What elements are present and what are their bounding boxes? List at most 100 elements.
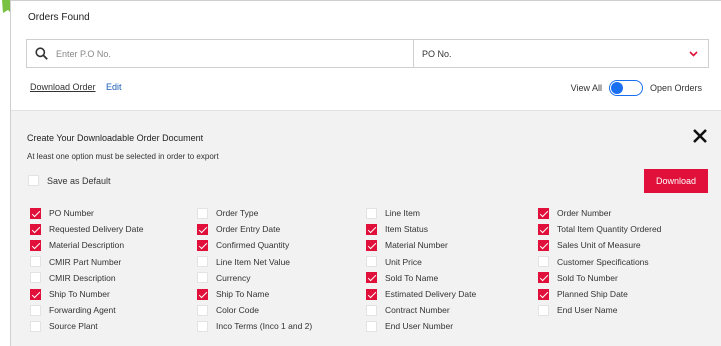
save-default-option[interactable]: Save as Default xyxy=(28,175,111,186)
export-option[interactable]: Line Item Net Value xyxy=(197,256,290,268)
export-option-label: Line Item Net Value xyxy=(216,256,291,267)
export-option-checkbox[interactable] xyxy=(197,320,208,332)
export-option[interactable]: Color Code xyxy=(197,304,259,316)
export-option-label: Source Plant xyxy=(49,321,98,332)
search-box[interactable] xyxy=(27,40,414,67)
export-option-label: End User Number xyxy=(385,321,454,332)
download-order-link[interactable]: Download Order xyxy=(30,82,96,92)
export-option[interactable]: Contract Number xyxy=(366,304,450,316)
export-option-label: Estimated Delivery Date xyxy=(385,289,477,299)
export-option-label: Forwarding Agent xyxy=(49,305,116,316)
export-option-checkbox[interactable] xyxy=(538,288,549,300)
export-option[interactable]: End User Name xyxy=(538,304,617,316)
export-option[interactable]: Ship To Name xyxy=(197,288,269,300)
export-option-checkbox[interactable] xyxy=(197,256,208,268)
save-default-checkbox[interactable] xyxy=(28,175,39,186)
export-option[interactable]: Customer Specifications xyxy=(538,256,649,268)
export-option[interactable]: End User Number xyxy=(366,320,453,332)
export-option-checkbox[interactable] xyxy=(538,207,549,219)
export-option-checkbox[interactable] xyxy=(538,239,549,251)
po-search-input[interactable] xyxy=(54,47,354,60)
export-option[interactable]: Currency xyxy=(197,272,250,284)
export-option-checkbox[interactable] xyxy=(30,320,41,332)
close-icon[interactable] xyxy=(692,128,708,144)
order-actions: Download Order Edit xyxy=(30,82,130,92)
export-option[interactable]: Estimated Delivery Date xyxy=(366,288,476,300)
export-option-label: Currency xyxy=(216,272,251,283)
export-option[interactable]: Inco Terms (Inco 1 and 2) xyxy=(197,320,312,332)
export-option[interactable]: CMIR Description xyxy=(30,272,116,284)
export-option-checkbox[interactable] xyxy=(366,288,377,300)
open-orders-label: Open Orders xyxy=(649,83,702,93)
export-option[interactable]: Confirmed Quantity xyxy=(197,239,289,251)
export-option-label: Order Number xyxy=(557,208,612,218)
export-option-label: Confirmed Quantity xyxy=(216,240,290,251)
export-option-checkbox[interactable] xyxy=(30,272,41,284)
view-toggle-switch[interactable] xyxy=(608,80,643,96)
panel-note: At least one option must be selected in … xyxy=(27,152,219,161)
export-option[interactable]: Order Type xyxy=(197,207,258,219)
export-option[interactable]: Requested Delivery Date xyxy=(30,223,144,235)
export-option[interactable]: PO Number xyxy=(30,207,94,219)
export-option[interactable]: Material Description xyxy=(30,239,124,251)
export-option-label: Line Item xyxy=(385,208,420,218)
export-option-checkbox[interactable] xyxy=(30,256,41,268)
export-option[interactable]: CMIR Part Number xyxy=(30,256,121,268)
export-option-checkbox[interactable] xyxy=(197,304,208,316)
export-option-checkbox[interactable] xyxy=(366,256,377,268)
export-option-checkbox[interactable] xyxy=(197,207,208,219)
download-button[interactable]: Download xyxy=(644,169,708,193)
export-option-checkbox[interactable] xyxy=(366,239,377,251)
export-option-checkbox[interactable] xyxy=(366,207,377,219)
export-option[interactable]: Sales Unit of Measure xyxy=(538,239,641,251)
export-option-checkbox[interactable] xyxy=(197,288,208,300)
export-option-checkbox[interactable] xyxy=(538,304,549,316)
export-option-checkbox[interactable] xyxy=(366,304,377,316)
export-option-label: End User Name xyxy=(557,305,618,316)
export-option[interactable]: Forwarding Agent xyxy=(30,304,116,316)
export-option-label: CMIR Part Number xyxy=(49,256,122,267)
export-option-label: Requested Delivery Date xyxy=(49,224,144,235)
export-option-checkbox[interactable] xyxy=(538,256,549,268)
panel-title: Create Your Downloadable Order Document xyxy=(27,133,204,143)
export-option-checkbox[interactable] xyxy=(538,223,549,235)
export-option-checkbox[interactable] xyxy=(30,288,41,300)
export-option-checkbox[interactable] xyxy=(538,272,549,284)
export-option-checkbox[interactable] xyxy=(30,207,41,219)
edit-link[interactable]: Edit xyxy=(106,82,122,92)
search-type-select[interactable]: PO No. xyxy=(414,40,708,67)
export-option-label: Material Description xyxy=(49,240,125,251)
export-option[interactable]: Unit Price xyxy=(366,256,422,268)
export-option[interactable]: Line Item xyxy=(366,207,420,219)
export-option-checkbox[interactable] xyxy=(197,223,208,235)
export-option-label: Total Item Quantity Ordered xyxy=(557,224,662,235)
export-option-checkbox[interactable] xyxy=(197,272,208,284)
export-option-label: Ship To Name xyxy=(216,289,270,299)
export-option[interactable]: Source Plant xyxy=(30,320,98,332)
export-option[interactable]: Order Number xyxy=(538,207,611,219)
export-option-label: Planned Ship Date xyxy=(557,289,628,299)
export-option-checkbox[interactable] xyxy=(197,239,208,251)
export-option-label: Sales Unit of Measure xyxy=(557,240,641,251)
export-option[interactable]: Item Status xyxy=(366,223,428,235)
view-toggle: View All Open Orders xyxy=(571,80,702,96)
search-bar: PO No. xyxy=(26,39,709,68)
export-option[interactable]: Sold To Name xyxy=(366,272,438,284)
export-option-checkbox[interactable] xyxy=(366,272,377,284)
export-option[interactable]: Sold To Number xyxy=(538,272,618,284)
export-option-checkbox[interactable] xyxy=(30,239,41,251)
export-option[interactable]: Order Entry Date xyxy=(197,223,280,235)
toggle-knob xyxy=(610,82,623,94)
search-icon xyxy=(35,47,48,60)
export-option[interactable]: Ship To Number xyxy=(30,288,110,300)
export-option-checkbox[interactable] xyxy=(30,223,41,235)
export-option-checkbox[interactable] xyxy=(366,223,377,235)
export-option[interactable]: Planned Ship Date xyxy=(538,288,628,300)
export-option[interactable]: Total Item Quantity Ordered xyxy=(538,223,661,235)
export-option-checkbox[interactable] xyxy=(366,320,377,332)
export-option-checkbox[interactable] xyxy=(30,304,41,316)
export-option-label: Inco Terms (Inco 1 and 2) xyxy=(216,321,313,332)
export-option-label: Contract Number xyxy=(385,305,450,316)
export-option[interactable]: Material Number xyxy=(366,239,448,251)
save-default-label: Save as Default xyxy=(47,175,111,186)
